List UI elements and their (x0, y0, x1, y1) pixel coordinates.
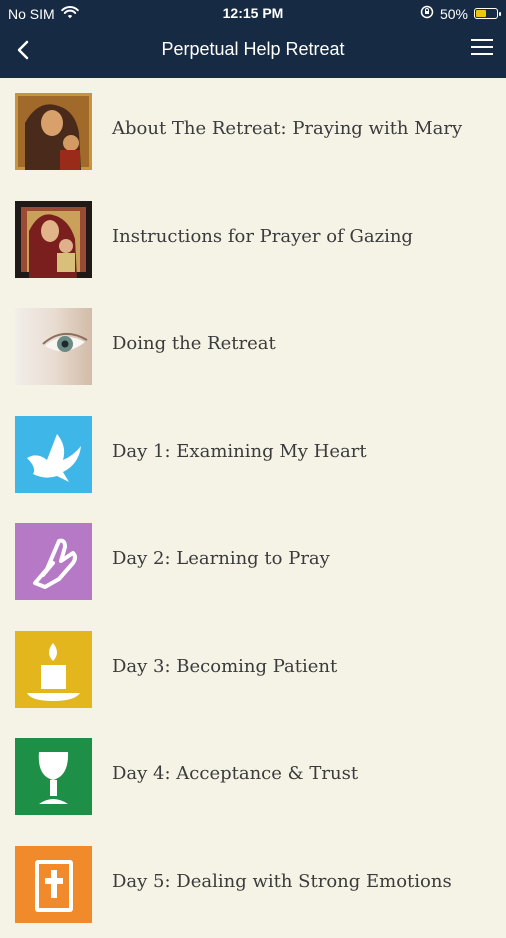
list-item-label: Instructions for Prayer of Gazing (112, 226, 413, 247)
battery-percent: 50% (440, 6, 468, 22)
list-item-label: Day 5: Dealing with Strong Emotions (112, 871, 452, 892)
page-title: Perpetual Help Retreat (0, 39, 506, 60)
list-item[interactable]: Doing the Retreat (0, 293, 506, 401)
list-item-label: Day 3: Becoming Patient (112, 656, 337, 677)
list-item-label: About The Retreat: Praying with Mary (112, 118, 462, 139)
candle-icon (15, 631, 92, 708)
bible-icon (15, 846, 92, 923)
list-item-label: Day 2: Learning to Pray (112, 548, 330, 569)
list-item[interactable]: Day 2: Learning to Pray (0, 508, 506, 616)
retreat-list: About The Retreat: Praying with Mary Ins… (0, 78, 506, 938)
hamburger-menu-icon[interactable] (470, 36, 494, 60)
list-item[interactable]: Day 5: Dealing with Strong Emotions (0, 831, 506, 938)
mary-icon-image (15, 93, 92, 170)
orientation-lock-icon (420, 5, 434, 22)
status-bar: No SIM 12:15 PM 50% (0, 0, 506, 28)
list-item-label: Doing the Retreat (112, 333, 276, 354)
list-item[interactable]: Instructions for Prayer of Gazing (0, 186, 506, 294)
eye-image (15, 308, 92, 385)
list-item[interactable]: About The Retreat: Praying with Mary (0, 78, 506, 186)
chalice-icon (15, 738, 92, 815)
navigation-bar: Perpetual Help Retreat (0, 28, 506, 78)
list-item[interactable]: Day 1: Examining My Heart (0, 401, 506, 509)
icon-image (15, 201, 92, 278)
battery-icon (474, 8, 498, 19)
list-item-label: Day 1: Examining My Heart (112, 441, 367, 462)
dove-icon (15, 416, 92, 493)
top-bar: No SIM 12:15 PM 50% (0, 0, 506, 78)
list-item[interactable]: Day 3: Becoming Patient (0, 616, 506, 724)
list-item[interactable]: Day 4: Acceptance & Trust (0, 723, 506, 831)
praying-hands-icon (15, 523, 92, 600)
list-item-label: Day 4: Acceptance & Trust (112, 763, 358, 784)
